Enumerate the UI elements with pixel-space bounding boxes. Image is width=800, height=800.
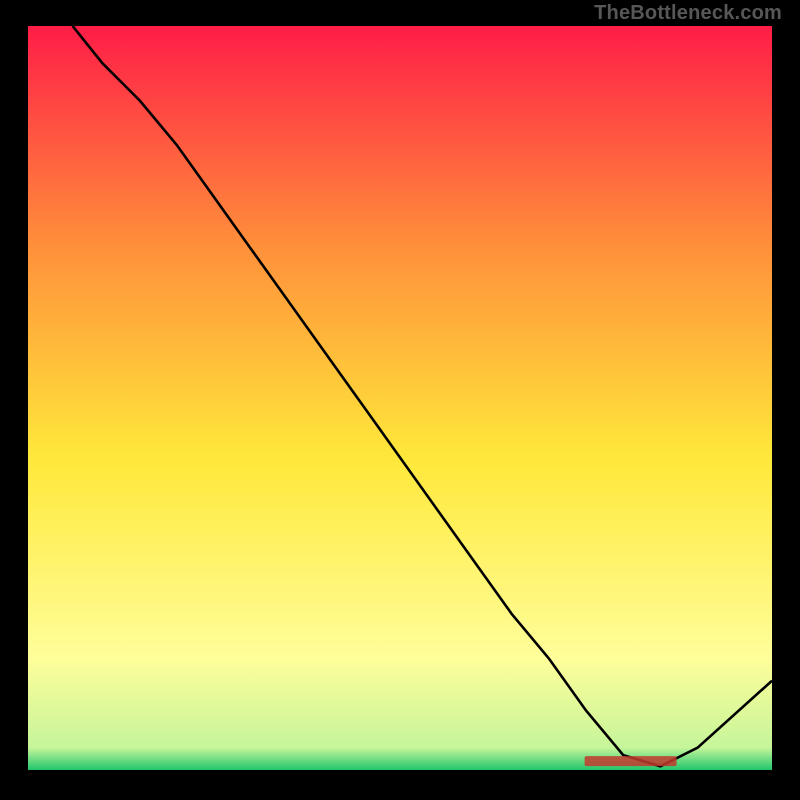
chart-frame: TheBottleneck.com — [0, 0, 800, 800]
watermark-text: TheBottleneck.com — [594, 2, 782, 25]
plot-area — [28, 26, 772, 770]
chart-svg — [28, 26, 772, 770]
annotation-marker — [585, 756, 677, 766]
gradient-background — [28, 26, 772, 770]
